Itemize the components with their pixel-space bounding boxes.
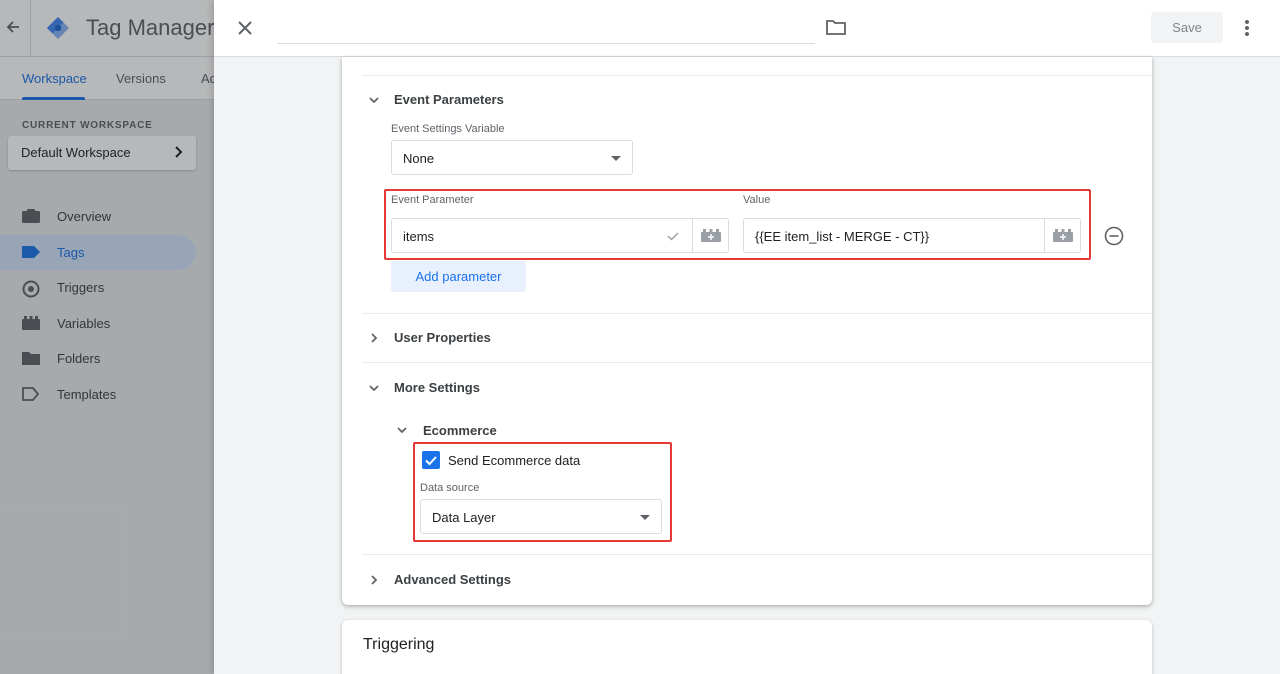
variable-picker-icon[interactable]: [1044, 219, 1080, 252]
event-parameter-value-text: {{EE item_list - MERGE - CT}}: [755, 229, 930, 244]
panel-header: Save: [214, 0, 1280, 57]
send-ecommerce-checkbox[interactable]: [422, 451, 440, 469]
save-button[interactable]: Save: [1151, 12, 1223, 43]
section-divider: [362, 313, 1152, 314]
data-source-label: Data source: [420, 482, 480, 494]
section-divider: [362, 75, 1152, 76]
select-value: None: [403, 151, 435, 166]
modal-scrim[interactable]: [0, 0, 214, 674]
add-parameter-button[interactable]: Add parameter: [391, 261, 526, 292]
section-title-more-settings[interactable]: More Settings: [394, 380, 480, 395]
more-vert-icon[interactable]: [1240, 17, 1254, 39]
value-label: Value: [743, 194, 771, 206]
event-parameter-label: Event Parameter: [391, 194, 474, 206]
folder-icon[interactable]: [826, 19, 848, 37]
section-title-advanced-settings[interactable]: Advanced Settings: [394, 572, 511, 587]
event-parameter-input[interactable]: items: [391, 218, 729, 253]
triggering-card[interactable]: Triggering: [342, 620, 1152, 674]
chevron-down-icon[interactable]: [396, 423, 408, 435]
chevron-right-icon[interactable]: [368, 573, 380, 585]
chevron-down-icon[interactable]: [368, 381, 380, 393]
event-settings-variable-label: Event Settings Variable: [391, 123, 505, 135]
select-value: Data Layer: [432, 510, 496, 525]
event-parameter-value: items: [403, 229, 435, 244]
check-icon: [666, 229, 680, 243]
section-divider: [362, 362, 1152, 363]
event-parameter-value-input[interactable]: {{EE item_list - MERGE - CT}}: [743, 218, 1081, 253]
dropdown-arrow-icon: [611, 156, 621, 161]
dropdown-arrow-icon: [640, 515, 650, 520]
data-source-select[interactable]: Data Layer: [420, 499, 662, 534]
section-title-user-properties[interactable]: User Properties: [394, 330, 491, 345]
chevron-down-icon[interactable]: [368, 93, 380, 105]
tag-editor-panel: Save Event Parameters Event Settings Var…: [214, 0, 1280, 674]
section-title-ecommerce[interactable]: Ecommerce: [423, 423, 497, 438]
tag-configuration-card: Event Parameters Event Settings Variable…: [342, 57, 1152, 605]
section-divider: [362, 554, 1152, 555]
section-title-event-parameters[interactable]: Event Parameters: [394, 92, 504, 107]
remove-row-icon[interactable]: [1104, 226, 1124, 246]
triggering-title: Triggering: [363, 636, 435, 653]
tag-name-input[interactable]: [277, 12, 815, 44]
variable-picker-icon[interactable]: [692, 219, 728, 252]
close-icon[interactable]: [234, 17, 256, 39]
chevron-right-icon[interactable]: [368, 331, 380, 343]
send-ecommerce-label[interactable]: Send Ecommerce data: [448, 453, 580, 468]
event-settings-variable-select[interactable]: None: [391, 140, 633, 175]
